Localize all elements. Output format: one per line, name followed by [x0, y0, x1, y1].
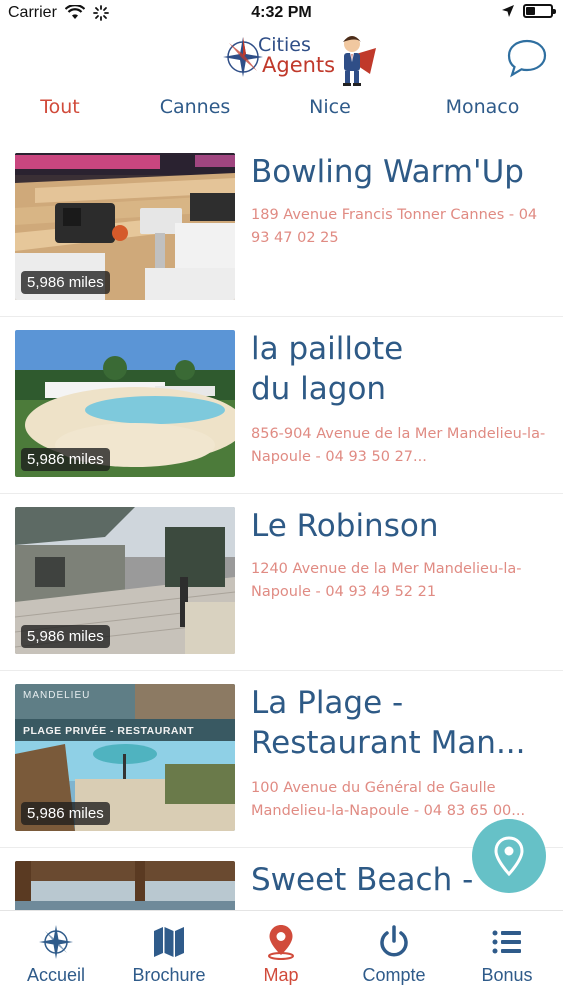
list-icon — [492, 930, 521, 954]
city-tabs: Tout Cannes Nice Monaco — [0, 96, 563, 134]
bottom-nav: Accueil Brochure Map Compte Bonus — [0, 910, 563, 1000]
beach-restaurant-photo: MANDELIEU PLAGE PRIVÉE - RESTAURANT 5,98… — [15, 684, 235, 831]
photo-caption-banner: PLAGE PRIVÉE - RESTAURANT — [23, 725, 194, 737]
location-pin-icon — [268, 925, 294, 960]
map-icon — [154, 927, 184, 957]
list-item[interactable]: 5,986 miles Le Robinson 1240 Avenue de l… — [0, 494, 563, 671]
agent-mascot-icon — [343, 36, 376, 86]
cities-agents-logo: Cities Agents — [222, 32, 380, 88]
wooden-terrace-photo: 5,986 miles — [15, 507, 235, 654]
place-address: 189 Avenue Francis Tonner Cannes - 04 93… — [251, 207, 538, 246]
place-title: la paillote du lagon — [251, 329, 551, 409]
place-title: Le Robinson — [251, 508, 439, 544]
nav-brochure[interactable]: Brochure — [119, 923, 219, 986]
nav-map[interactable]: Map — [231, 923, 331, 986]
distance-badge: 5,986 miles — [21, 271, 110, 294]
list-item[interactable]: MANDELIEU PLAGE PRIVÉE - RESTAURANT 5,98… — [0, 671, 563, 848]
nav-brochure-label: Brochure — [132, 965, 206, 985]
place-title-line: la paillote du lagon — [251, 331, 404, 407]
place-address: 856-904 Avenue de la Mer Mandelieu-la-Na… — [251, 426, 546, 465]
power-icon — [380, 925, 408, 957]
chat-button[interactable] — [505, 36, 549, 80]
list-item[interactable]: 5,986 miles la paillote du lagon 856-904… — [0, 317, 563, 494]
nav-map-label: Map — [263, 965, 299, 985]
location-pin-icon — [494, 836, 524, 876]
nav-accueil[interactable]: Accueil — [6, 923, 106, 986]
place-title: Bowling Warm'Up — [251, 154, 524, 190]
place-title: La Plage - Restaurant Man... — [251, 683, 551, 763]
distance-badge: 5,986 miles — [21, 802, 110, 825]
place-title-line: La Plage - Restaurant Man... — [251, 685, 526, 761]
photo-caption-mandelieu: MANDELIEU — [23, 690, 91, 701]
nav-bonus-label: Bonus — [481, 965, 533, 985]
places-list: 5,986 miles Bowling Warm'Up 189 Avenue F… — [0, 140, 563, 910]
logo-word-agents: Agents — [262, 53, 336, 77]
bowling-alley-photo: 5,986 miles — [15, 153, 235, 300]
location-arrow-icon — [502, 5, 514, 17]
status-time: 4:32 PM — [251, 4, 312, 21]
nav-accueil-label: Accueil — [26, 965, 86, 985]
chat-bubble-icon — [507, 39, 547, 78]
nav-compte[interactable]: Compte — [344, 923, 444, 986]
nav-bonus[interactable]: Bonus — [457, 923, 557, 986]
list-item[interactable]: 5,986 miles Bowling Warm'Up 189 Avenue F… — [0, 140, 563, 317]
compass-rose-icon — [39, 925, 73, 959]
status-bar: Carrier 4:32 PM — [0, 0, 563, 30]
sweet-beach-photo — [15, 861, 235, 910]
map-fab-button[interactable] — [472, 819, 546, 893]
distance-badge: 5,986 miles — [21, 625, 110, 648]
place-address: 1240 Avenue de la Mer Mandelieu-la-Napou… — [251, 561, 522, 600]
distance-badge: 5,986 miles — [21, 448, 110, 471]
tab-tout[interactable]: Tout — [0, 96, 120, 134]
app-header: Cities Agents — [0, 30, 563, 92]
tab-cannes[interactable]: Cannes — [120, 96, 270, 134]
battery-icon — [523, 4, 556, 18]
lagoon-pool-photo: 5,986 miles — [15, 330, 235, 477]
tab-nice[interactable]: Nice — [270, 96, 390, 134]
tab-monaco[interactable]: Monaco — [390, 96, 563, 134]
nav-compte-label: Compte — [362, 965, 426, 985]
place-address: 100 Avenue du Général de Gaulle Mandelie… — [251, 780, 526, 819]
status-right — [501, 4, 556, 18]
